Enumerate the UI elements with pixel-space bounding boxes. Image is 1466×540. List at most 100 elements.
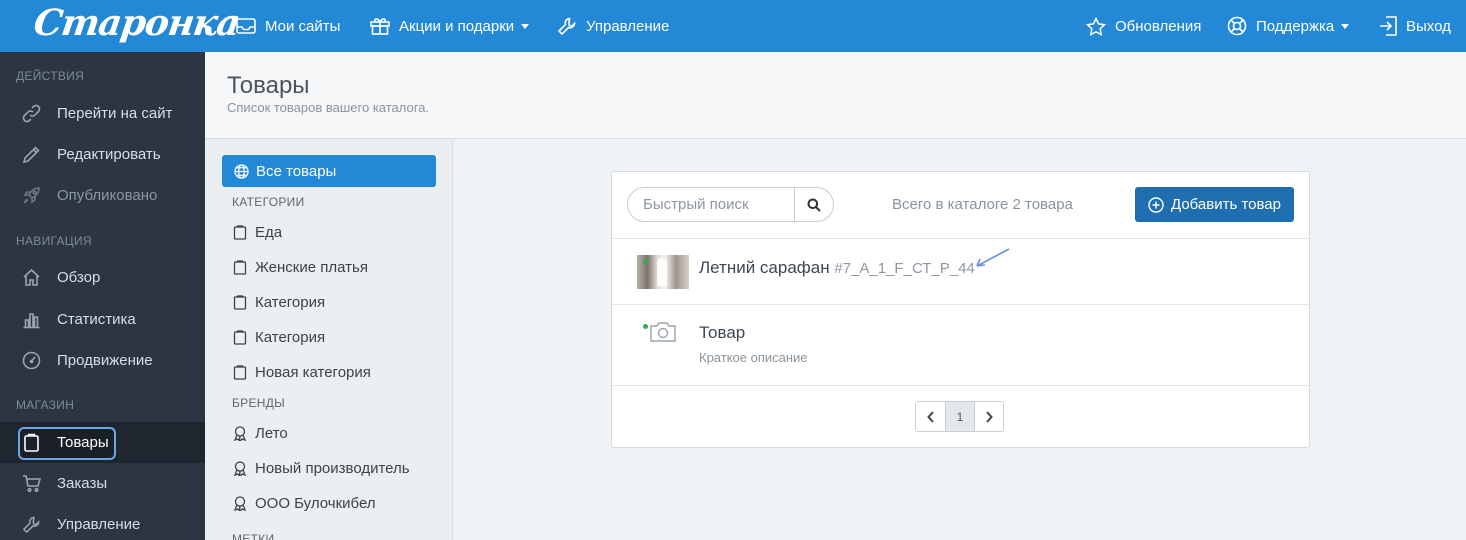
next-page-button[interactable] [974, 402, 1003, 431]
award-icon [233, 495, 247, 511]
add-product-button[interactable]: Добавить товар [1135, 187, 1294, 222]
nav-logout-label: Выход [1406, 17, 1451, 35]
cart-icon [23, 475, 41, 493]
sidebar-item-statistics[interactable]: Статистика [0, 299, 205, 340]
sidebar-item-label: Обзор [57, 269, 101, 286]
sidebar-item-orders[interactable]: Заказы [0, 463, 205, 504]
award-icon [233, 460, 247, 476]
category-label: Еда [255, 223, 283, 241]
add-product-label: Добавить товар [1171, 196, 1281, 213]
nav-promotions[interactable]: Акции и подарки [370, 0, 530, 52]
nav-my-sites[interactable]: Мои сайты [236, 0, 340, 52]
search-box [627, 187, 834, 222]
sidebar-item-label: Статистика [57, 311, 136, 328]
nav-support-label: Поддержка [1256, 17, 1335, 35]
sidebar-section-shop: Магазин [16, 398, 75, 412]
plus-circle-icon [1148, 196, 1164, 213]
category-label: Новая категория [255, 363, 371, 381]
logout-icon [1380, 16, 1397, 36]
nav-management[interactable]: Управление [557, 0, 669, 52]
clipboard-icon [24, 433, 39, 452]
sidebar-item-label: Продвижение [57, 352, 153, 369]
nav-promotions-label: Акции и подарки [399, 17, 515, 35]
page-header: Товары Список товаров вашего каталога. [205, 52, 1466, 139]
sidebar-item-label: Редактировать [57, 146, 161, 163]
home-icon [23, 268, 40, 286]
sidebar: Действия Перейти на сайт Редактировать О… [0, 52, 205, 540]
sidebar-item-edit[interactable]: Редактировать [0, 134, 205, 175]
sidebar-item-label: Опубликовано [57, 187, 158, 204]
category-label: Категория [255, 293, 326, 311]
product-name[interactable]: Товар [699, 323, 745, 343]
lifebuoy-icon [1227, 16, 1247, 36]
sidebar-section-actions: Действия [16, 69, 85, 83]
nav-support[interactable]: Поддержка [1227, 0, 1350, 52]
brand-item[interactable]: ООО Булочкибел [233, 492, 376, 514]
brand-label: ООО Булочкибел [255, 494, 376, 512]
brand-item[interactable]: Лето [233, 422, 288, 444]
top-bar: Старонка Мои сайты Акции и подарки Управ… [0, 0, 1466, 52]
clipboard-icon [233, 224, 247, 240]
sidebar-item-label: Перейти на сайт [57, 105, 173, 122]
product-title: Летний сарафан [699, 258, 830, 277]
category-label: Женские платья [255, 258, 368, 276]
category-item[interactable]: Еда [233, 221, 282, 243]
catalog-card: Всего в каталоге 2 товара Добавить товар… [611, 171, 1310, 448]
search-input[interactable] [628, 188, 794, 221]
brand-item[interactable]: Новый производитель [233, 457, 410, 479]
link-icon [22, 104, 41, 123]
arrow-icon [976, 248, 1010, 267]
sidebar-item-management[interactable]: Управление [0, 504, 205, 540]
logo[interactable]: Старонка [31, 2, 242, 44]
clipboard-icon [233, 259, 247, 275]
product-name[interactable]: Летний сарафан #7_А_1_F_СТ_Р_44 [699, 258, 975, 278]
chevron-down-icon [1341, 23, 1350, 29]
category-item[interactable]: Женские платья [233, 256, 368, 278]
chevron-down-icon [521, 23, 530, 29]
category-item[interactable]: Новая категория [233, 361, 371, 383]
brand-label: Новый производитель [255, 459, 410, 477]
product-title: Товар [699, 323, 746, 342]
search-button[interactable] [794, 188, 833, 221]
tags-heading: Метки [232, 532, 275, 540]
sidebar-item-label: Управление [57, 516, 141, 533]
product-row[interactable]: Товар Краткое описание [612, 304, 1309, 385]
all-products-button[interactable]: Все товары [222, 155, 436, 187]
nav-updates-label: Обновления [1115, 17, 1202, 35]
sidebar-item-goto-site[interactable]: Перейти на сайт [0, 93, 205, 134]
product-description: Краткое описание [699, 350, 808, 365]
wrench-icon [557, 17, 576, 36]
nav-logout[interactable]: Выход [1379, 0, 1451, 52]
globe-icon [234, 163, 249, 179]
rocket-icon [23, 187, 40, 204]
sidebar-item-promotion[interactable]: Продвижение [0, 340, 205, 381]
sidebar-item-published[interactable]: Опубликовано [0, 175, 205, 216]
wrench-icon [22, 516, 40, 534]
brands-heading: Бренды [232, 396, 286, 410]
product-row[interactable]: Летний сарафан #7_А_1_F_СТ_Р_44 [612, 238, 1309, 304]
prev-page-button[interactable] [916, 402, 945, 431]
gauge-icon [22, 351, 41, 370]
page-title: Товары [227, 72, 310, 99]
nav-management-label: Управление [586, 17, 670, 35]
nav-updates[interactable]: Обновления [1086, 0, 1201, 52]
category-item[interactable]: Категория [233, 326, 325, 348]
chart-icon [23, 313, 40, 329]
all-products-label: Все товары [256, 162, 337, 180]
award-icon [233, 425, 247, 441]
camera-icon [650, 322, 676, 342]
page-number[interactable]: 1 [945, 402, 974, 431]
clipboard-icon [233, 329, 247, 345]
divider [612, 385, 1309, 386]
nav-my-sites-label: Мои сайты [265, 17, 341, 35]
sidebar-item-overview[interactable]: Обзор [0, 257, 205, 298]
sidebar-section-navigation: Навигация [16, 234, 92, 248]
search-icon [807, 198, 821, 212]
sidebar-item-products[interactable]: Товары [0, 422, 205, 463]
page-subtitle: Список товаров вашего каталога. [227, 100, 430, 115]
categories-heading: Категории [232, 195, 305, 209]
brand-label: Лето [255, 424, 288, 442]
category-item[interactable]: Категория [233, 291, 325, 313]
sites-icon [236, 18, 256, 34]
clipboard-icon [233, 364, 247, 380]
